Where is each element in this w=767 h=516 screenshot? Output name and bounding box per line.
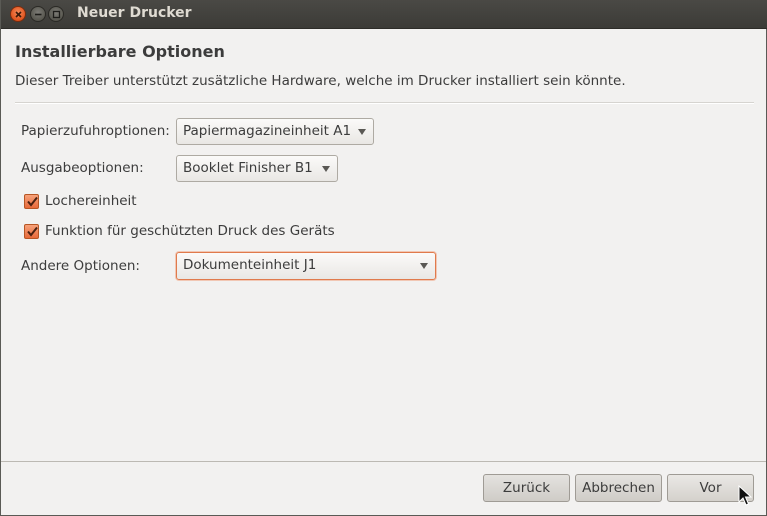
puncher-label[interactable]: Lochereinheit: [45, 193, 137, 209]
paper-feed-value: Papiermagazineinheit A1: [183, 123, 352, 139]
chevron-down-icon: [358, 129, 366, 135]
maximize-window-button[interactable]: [48, 6, 64, 22]
header-separator: [15, 102, 754, 104]
page-title: Installierbare Optionen: [15, 42, 225, 61]
mouse-pointer-icon: [738, 485, 752, 506]
chevron-down-icon: [322, 166, 330, 172]
back-button[interactable]: Zurück: [483, 474, 570, 502]
minimize-window-button[interactable]: [30, 6, 46, 22]
chevron-down-icon: [420, 263, 428, 269]
checkmark-icon: [27, 226, 38, 237]
checkmark-icon: [27, 196, 38, 207]
minimize-icon: [35, 13, 42, 16]
secure-print-checkbox[interactable]: [24, 224, 39, 239]
paper-feed-label: Papierzufuhroptionen:: [21, 123, 170, 139]
puncher-checkbox[interactable]: [24, 194, 39, 209]
other-options-value: Dokumenteinheit J1: [183, 257, 317, 273]
other-options-combobox[interactable]: Dokumenteinheit J1: [176, 252, 436, 280]
maximize-icon: [52, 10, 61, 19]
page-description: Dieser Treiber unterstützt zusätzliche H…: [15, 73, 626, 89]
button-area-separator: [1, 461, 766, 462]
close-window-button[interactable]: [10, 6, 26, 22]
output-label: Ausgabeoptionen:: [21, 160, 144, 176]
paper-feed-combobox[interactable]: Papiermagazineinheit A1: [176, 118, 374, 145]
secure-print-label[interactable]: Funktion für geschützten Druck des Gerät…: [45, 223, 335, 239]
output-combobox[interactable]: Booklet Finisher B1: [176, 155, 338, 182]
window-title: Neuer Drucker: [77, 5, 192, 21]
output-value: Booklet Finisher B1: [183, 160, 313, 176]
cancel-button[interactable]: Abbrechen: [575, 474, 662, 502]
other-options-label: Andere Optionen:: [21, 258, 140, 274]
title-bar[interactable]: Neuer Drucker: [1, 0, 767, 29]
dialog-window: Neuer Drucker Installierbare Optionen Di…: [0, 0, 767, 516]
close-icon: [15, 11, 22, 18]
